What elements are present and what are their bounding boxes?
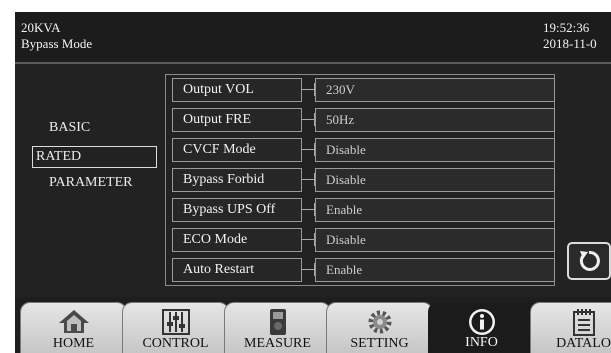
model-label: 20KVA	[21, 20, 61, 35]
clock-time: 19:52:36	[543, 20, 590, 35]
param-value[interactable]: 50Hz	[315, 108, 555, 132]
tab-datalog[interactable]: DATALO	[530, 302, 611, 353]
connector-line	[302, 269, 314, 270]
meter-icon	[269, 309, 286, 335]
row-auto-restart[interactable]: Auto Restart Enable	[172, 258, 556, 282]
tab-info[interactable]: INFO	[428, 302, 535, 353]
param-label: Output FRE	[172, 108, 302, 132]
clock-date: 2018-11-0	[543, 36, 597, 51]
tab-label: INFO	[465, 335, 498, 350]
bottom-nav: HOME CONTROL MEASURE SETTING INFO DATALO	[15, 297, 611, 353]
ups-display: 20KVA Bypass Mode 19:52:36 2018-11-0 BAS…	[15, 12, 611, 353]
category-rated[interactable]: RATED	[32, 146, 157, 168]
row-bypass-ups-off[interactable]: Bypass UPS Off Enable	[172, 198, 556, 222]
param-label: Auto Restart	[172, 258, 302, 282]
back-button[interactable]	[567, 242, 611, 280]
param-label: ECO Mode	[172, 228, 302, 252]
tab-label: CONTROL	[142, 336, 209, 351]
tab-label: DATALO	[556, 336, 611, 351]
connector-line	[302, 149, 314, 150]
category-basic[interactable]: BASIC	[49, 120, 90, 136]
tab-control[interactable]: CONTROL	[122, 302, 229, 353]
datalog-icon	[572, 309, 595, 336]
param-value[interactable]: 230V	[315, 78, 555, 102]
tab-home[interactable]: HOME	[20, 302, 127, 353]
connector-line	[302, 179, 314, 180]
connector-line	[302, 209, 314, 210]
param-value[interactable]: Disable	[315, 168, 555, 192]
connector-line	[302, 239, 314, 240]
tab-label: SETTING	[350, 336, 409, 351]
row-bypass-forbid[interactable]: Bypass Forbid Disable	[172, 168, 556, 192]
home-icon	[58, 310, 89, 333]
connector-line	[302, 119, 314, 120]
param-value[interactable]: Disable	[315, 228, 555, 252]
param-label: Bypass Forbid	[172, 168, 302, 192]
tab-setting[interactable]: SETTING	[326, 302, 433, 353]
param-value[interactable]: Disable	[315, 138, 555, 162]
status-header: 20KVA Bypass Mode 19:52:36 2018-11-0	[15, 12, 611, 64]
row-output-vol[interactable]: Output VOL 230V	[172, 78, 556, 102]
category-parameter[interactable]: PARAMETER	[49, 175, 133, 191]
param-label: CVCF Mode	[172, 138, 302, 162]
tab-measure[interactable]: MEASURE	[224, 302, 331, 353]
connector-line	[302, 89, 314, 90]
row-cvcf-mode[interactable]: CVCF Mode Disable	[172, 138, 556, 162]
mode-label: Bypass Mode	[21, 36, 93, 51]
gear-icon	[368, 310, 391, 334]
row-eco-mode[interactable]: ECO Mode Disable	[172, 228, 556, 252]
tab-label: HOME	[52, 336, 95, 351]
param-value[interactable]: Enable	[315, 198, 555, 222]
sliders-icon	[161, 309, 190, 335]
param-label: Output VOL	[172, 78, 302, 102]
param-value[interactable]: Enable	[315, 258, 555, 282]
info-icon	[468, 309, 495, 335]
param-label: Bypass UPS Off	[172, 198, 302, 222]
tab-label: MEASURE	[244, 336, 311, 351]
refresh-back-icon	[579, 250, 600, 271]
row-output-fre[interactable]: Output FRE 50Hz	[172, 108, 556, 132]
